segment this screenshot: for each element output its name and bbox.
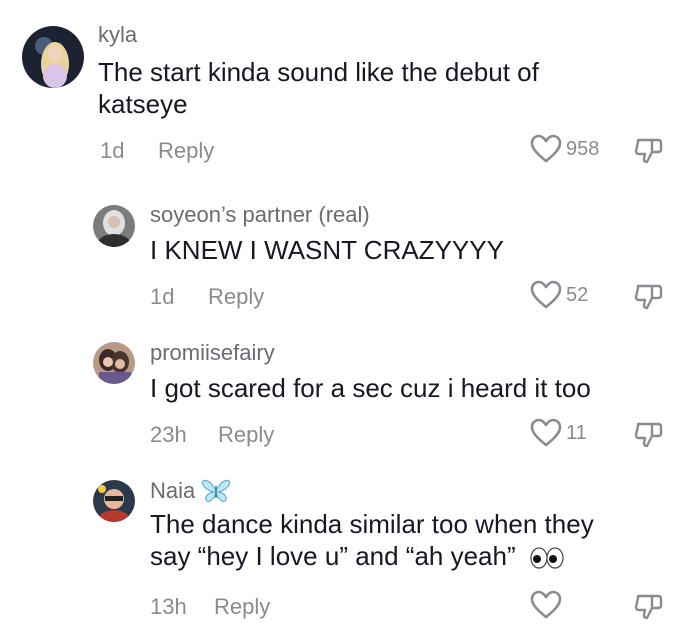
comment-username[interactable]: Naia bbox=[150, 478, 231, 504]
dislike-button[interactable] bbox=[634, 136, 664, 171]
avatar[interactable] bbox=[93, 480, 135, 522]
comment-username[interactable]: kyla bbox=[98, 22, 137, 48]
reply-button[interactable]: Reply bbox=[218, 422, 274, 448]
comment-text-fragment: say “hey I love u” and “ah yeah” bbox=[150, 541, 516, 571]
comment-text: I KNEW I WASNT CRAZYYYY bbox=[150, 235, 504, 265]
comment-username[interactable]: soyeon’s partner (real) bbox=[150, 202, 370, 228]
dislike-button[interactable] bbox=[634, 420, 664, 455]
comment-text-line: say “hey I love u” and “ah yeah” bbox=[150, 540, 670, 572]
like-button[interactable] bbox=[530, 590, 566, 620]
heart-icon bbox=[530, 134, 562, 163]
thumbs-down-icon bbox=[634, 594, 663, 620]
reply-button[interactable]: Reply bbox=[208, 284, 264, 310]
comment-text-line: The dance kinda similar too when they bbox=[150, 509, 594, 539]
comment-time: 1d bbox=[100, 138, 125, 163]
username-label[interactable]: promiisefairy bbox=[150, 340, 275, 366]
comment-text-line: The start kinda sound like the debut of bbox=[98, 57, 539, 87]
comment-text: I got scared for a sec cuz i heard it to… bbox=[150, 373, 591, 403]
reply-button[interactable]: Reply bbox=[158, 138, 214, 164]
heart-icon bbox=[530, 418, 562, 447]
reply-button[interactable]: Reply bbox=[214, 594, 270, 620]
thumbs-down-icon bbox=[634, 138, 663, 164]
avatar[interactable] bbox=[22, 26, 84, 88]
username-label[interactable]: soyeon’s partner (real) bbox=[150, 202, 370, 228]
thumbs-down-icon bbox=[634, 422, 663, 448]
avatar[interactable] bbox=[93, 205, 135, 247]
like-button[interactable]: 958 bbox=[530, 134, 599, 164]
dislike-button[interactable] bbox=[634, 592, 664, 627]
comment-text: The dance kinda similar too when they sa… bbox=[150, 508, 670, 572]
like-count: 958 bbox=[566, 137, 600, 160]
thumbs-down-icon bbox=[634, 284, 663, 310]
username-label[interactable]: kyla bbox=[98, 22, 137, 48]
avatar[interactable] bbox=[93, 342, 135, 384]
comment-time: 1d bbox=[150, 284, 175, 309]
heart-icon bbox=[530, 590, 562, 619]
like-count: 11 bbox=[566, 421, 587, 444]
butterfly-icon bbox=[202, 479, 231, 503]
heart-icon bbox=[530, 280, 562, 309]
dislike-button[interactable] bbox=[634, 282, 664, 317]
username-label[interactable]: Naia bbox=[150, 478, 195, 504]
comment-time: 13h bbox=[150, 594, 187, 619]
like-button[interactable]: 11 bbox=[530, 418, 587, 448]
like-count: 52 bbox=[566, 283, 589, 306]
like-button[interactable]: 52 bbox=[530, 280, 588, 310]
comment-text: The start kinda sound like the debut of … bbox=[98, 56, 658, 120]
comment-username[interactable]: promiisefairy bbox=[150, 340, 275, 366]
eyes-icon bbox=[530, 547, 564, 569]
comment-text-line: katseye bbox=[98, 89, 188, 119]
comment-time: 23h bbox=[150, 422, 187, 447]
